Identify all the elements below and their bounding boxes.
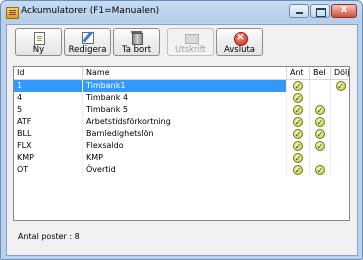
table-row[interactable]: 4 Timbank 4 ✓ bbox=[14, 92, 349, 104]
cell-bel bbox=[310, 80, 331, 92]
checkmark-icon: ✓ bbox=[315, 141, 325, 151]
cell-bel bbox=[310, 152, 331, 164]
app-icon bbox=[6, 7, 19, 19]
delete-button[interactable]: Ta bort bbox=[113, 28, 160, 56]
window-title: Ackumulatorer (F1=Manualen) bbox=[21, 6, 160, 16]
checkmark-icon: ✓ bbox=[315, 117, 325, 127]
cell-id: ATF bbox=[14, 116, 83, 128]
grid-header: Id Name Ant Bel Dölj bbox=[14, 67, 349, 80]
table-row[interactable]: KMP KMP ✓ bbox=[14, 152, 349, 164]
cell-bel bbox=[310, 92, 331, 104]
column-header-bel[interactable]: Bel bbox=[310, 67, 331, 79]
cell-name: Flexsaldo bbox=[83, 140, 287, 152]
checkmark-icon: ✓ bbox=[293, 153, 303, 163]
cell-id: 4 bbox=[14, 92, 83, 104]
checkmark-icon: ✓ bbox=[293, 81, 303, 91]
checkmark-icon: ✓ bbox=[293, 93, 303, 103]
title-bar[interactable]: Ackumulatorer (F1=Manualen) x bbox=[1, 1, 362, 25]
column-header-ant[interactable]: Ant bbox=[287, 67, 310, 79]
cell-ant: ✓ bbox=[287, 116, 310, 128]
cell-dolj bbox=[331, 104, 349, 116]
cell-dolj bbox=[331, 92, 349, 104]
cell-id: BLL bbox=[14, 128, 83, 140]
cell-name: Timbank1 bbox=[83, 80, 287, 92]
cell-ant: ✓ bbox=[287, 104, 310, 116]
cell-dolj bbox=[331, 116, 349, 128]
table-row[interactable]: ATF Arbetstidsförkortning ✓ ✓ bbox=[14, 116, 349, 128]
checkmark-icon: ✓ bbox=[335, 81, 346, 91]
checkmark-icon: ✓ bbox=[315, 165, 325, 175]
table-row[interactable]: BLL Barnledighetslön ✓ ✓ bbox=[14, 128, 349, 140]
cell-id: 1 bbox=[14, 80, 83, 92]
table-row[interactable]: 5 Timbank 5 ✓ ✓ bbox=[14, 104, 349, 116]
cell-name: KMP bbox=[83, 152, 287, 164]
cell-name: Timbank 5 bbox=[83, 104, 287, 116]
exit-button[interactable]: Avsluta bbox=[216, 28, 263, 56]
cell-bel: ✓ bbox=[310, 164, 331, 176]
checkmark-icon: ✓ bbox=[293, 141, 303, 151]
cell-dolj: ✓ bbox=[331, 80, 349, 92]
checkmark-icon: ✓ bbox=[315, 129, 325, 139]
cell-ant: ✓ bbox=[287, 80, 310, 92]
delete-button-label: Ta bort bbox=[121, 45, 152, 55]
cell-bel: ✓ bbox=[310, 140, 331, 152]
cell-bel: ✓ bbox=[310, 116, 331, 128]
table-row[interactable]: OT Övertid ✓ ✓ bbox=[14, 164, 349, 176]
main-window: Ackumulatorer (F1=Manualen) x Ny Rediger… bbox=[0, 0, 363, 260]
cell-id: FLX bbox=[14, 140, 83, 152]
checkmark-icon: ✓ bbox=[293, 165, 303, 175]
edit-button-label: Redigera bbox=[68, 45, 107, 55]
minimize-button[interactable] bbox=[289, 4, 309, 18]
cell-ant: ✓ bbox=[287, 128, 310, 140]
cell-name: Barnledighetslön bbox=[83, 128, 287, 140]
checkmark-icon: ✓ bbox=[293, 105, 303, 115]
cell-ant: ✓ bbox=[287, 140, 310, 152]
close-window-button[interactable]: x bbox=[331, 4, 357, 18]
cell-dolj bbox=[331, 128, 349, 140]
cell-name: Övertid bbox=[83, 164, 287, 176]
cell-dolj bbox=[331, 140, 349, 152]
new-document-icon bbox=[33, 32, 45, 45]
print-button-label: Utskrift bbox=[175, 45, 206, 55]
checkmark-icon: ✓ bbox=[293, 129, 303, 139]
cell-dolj bbox=[331, 152, 349, 164]
exit-button-label: Avsluta bbox=[223, 45, 256, 55]
exit-icon bbox=[233, 30, 248, 46]
column-header-name[interactable]: Name bbox=[83, 67, 287, 79]
cell-ant: ✓ bbox=[287, 92, 310, 104]
printer-icon bbox=[184, 34, 199, 44]
toolbar: Ny Redigera Ta bort Utskrift Avsluta bbox=[7, 25, 357, 61]
record-count: Antal poster : 8 bbox=[18, 232, 80, 241]
cell-bel: ✓ bbox=[310, 104, 331, 116]
print-button[interactable]: Utskrift bbox=[167, 28, 214, 56]
cell-dolj bbox=[331, 164, 349, 176]
table-row[interactable]: FLX Flexsaldo ✓ ✓ bbox=[14, 140, 349, 152]
edit-icon bbox=[81, 32, 94, 44]
table-row[interactable]: 1 Timbank1 ✓ ✓ bbox=[14, 80, 349, 92]
column-header-dolj[interactable]: Dölj bbox=[331, 67, 349, 79]
cell-ant: ✓ bbox=[287, 152, 310, 164]
column-header-id[interactable]: Id bbox=[14, 67, 83, 79]
checkmark-icon: ✓ bbox=[293, 117, 303, 127]
cell-id: OT bbox=[14, 164, 83, 176]
checkmark-icon: ✓ bbox=[315, 105, 325, 115]
client-area: Ny Redigera Ta bort Utskrift Avsluta Id bbox=[6, 24, 358, 256]
close-icon: x bbox=[340, 4, 348, 15]
edit-button[interactable]: Redigera bbox=[64, 28, 111, 56]
trash-icon bbox=[130, 31, 143, 45]
accumulator-grid[interactable]: Id Name Ant Bel Dölj 1 Timbank1 ✓ ✓ 4 Timbank… bbox=[13, 66, 350, 221]
cell-id: KMP bbox=[14, 152, 83, 164]
maximize-button[interactable] bbox=[310, 4, 330, 18]
cell-id: 5 bbox=[14, 104, 83, 116]
cell-name: Timbank 4 bbox=[83, 92, 287, 104]
new-button[interactable]: Ny bbox=[15, 28, 62, 56]
new-button-label: Ny bbox=[32, 45, 45, 55]
cell-ant: ✓ bbox=[287, 164, 310, 176]
cell-bel: ✓ bbox=[310, 128, 331, 140]
cell-name: Arbetstidsförkortning bbox=[83, 116, 287, 128]
